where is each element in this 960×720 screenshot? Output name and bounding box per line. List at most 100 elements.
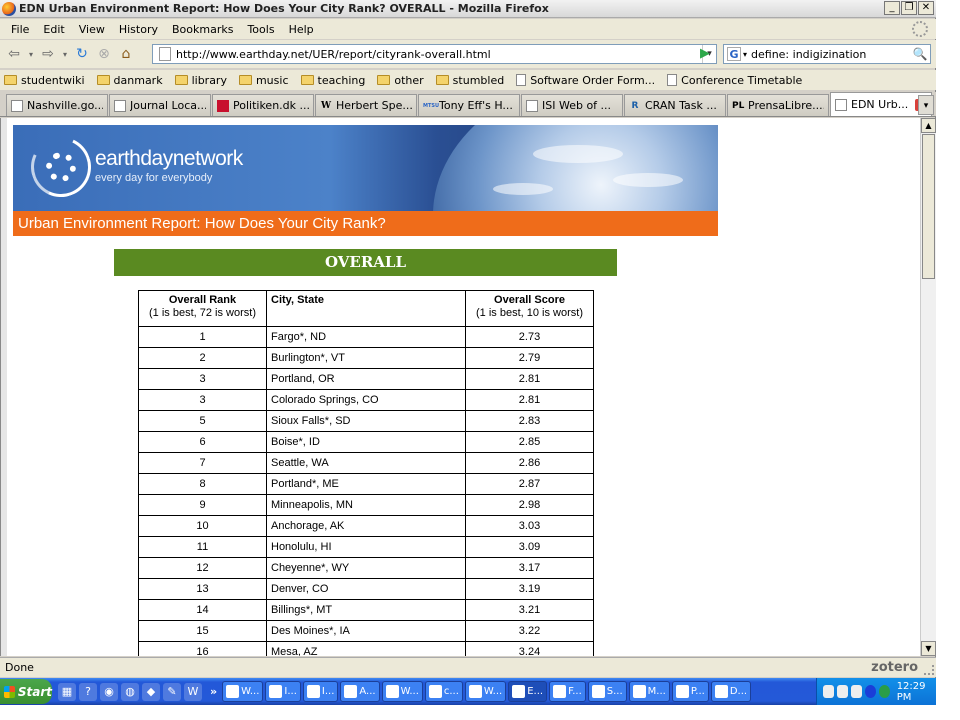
forward-dropdown-icon[interactable]: ▾ bbox=[60, 44, 70, 64]
minimize-icon[interactable]: _ bbox=[884, 1, 900, 15]
menu-view[interactable]: View bbox=[72, 23, 112, 36]
ranking-table: Overall Rank (1 is best, 72 is worst) Cit… bbox=[138, 290, 594, 656]
quicklaunch-more-icon[interactable]: » bbox=[210, 685, 217, 698]
app-icon[interactable]: ◆ bbox=[142, 682, 160, 701]
vertical-scrollbar[interactable]: ▲ ▼ bbox=[920, 118, 936, 656]
taskbar-button-label: E... bbox=[527, 686, 544, 697]
tab-active[interactable]: EDN Urb...✕ bbox=[830, 92, 932, 116]
clock: 12:29 PM bbox=[896, 680, 926, 703]
table-row: 3 Colorado Springs, CO 2.81 bbox=[138, 389, 594, 411]
close-icon[interactable]: ✕ bbox=[918, 1, 934, 15]
taskbar-button[interactable]: P... bbox=[671, 681, 709, 702]
bookmark-page[interactable]: Software Order Form... bbox=[516, 74, 655, 87]
start-button[interactable]: Start bbox=[0, 679, 52, 704]
bookmark-folder[interactable]: library bbox=[174, 74, 227, 87]
menu-help[interactable]: Help bbox=[282, 23, 321, 36]
scroll-down-icon[interactable]: ▼ bbox=[921, 641, 936, 656]
tray-icon[interactable] bbox=[878, 685, 890, 698]
zotero-button[interactable]: zotero bbox=[871, 660, 918, 675]
bookmark-page[interactable]: Conference Timetable bbox=[667, 74, 802, 87]
tab[interactable]: MTSU Tony Eff's H... bbox=[418, 94, 520, 116]
go-icon[interactable]: ▶ bbox=[697, 46, 713, 62]
search-input[interactable]: define: indigizination bbox=[751, 48, 910, 61]
stop-icon[interactable]: ⊗ bbox=[94, 44, 114, 64]
throbber-icon bbox=[912, 21, 928, 37]
tray-icon[interactable] bbox=[850, 685, 862, 698]
tab-list-icon[interactable]: ▾ bbox=[918, 95, 934, 115]
restore-icon[interactable]: ❐ bbox=[901, 1, 917, 15]
taskbar-button[interactable]: W... bbox=[381, 681, 423, 702]
score-cell: 2.87 bbox=[465, 473, 594, 495]
menu-edit[interactable]: Edit bbox=[36, 23, 71, 36]
taskbar-button-label: W... bbox=[400, 686, 419, 697]
bookmark-folder[interactable]: studentwiki bbox=[4, 74, 85, 87]
bookmark-label: stumbled bbox=[452, 73, 505, 87]
globe-icon[interactable]: ◍ bbox=[121, 682, 139, 701]
taskbar-button[interactable]: W... bbox=[464, 681, 507, 702]
tab[interactable]: Nashville.go... bbox=[6, 94, 108, 116]
menu-bookmarks[interactable]: Bookmarks bbox=[165, 23, 240, 36]
city-cell: Sioux Falls*, SD bbox=[266, 410, 466, 432]
search-icon[interactable]: 🔍 bbox=[910, 47, 930, 61]
folder-icon bbox=[174, 75, 188, 85]
taskbar-button[interactable]: A... bbox=[340, 681, 380, 702]
bookmark-folder[interactable]: stumbled bbox=[435, 73, 505, 87]
scroll-up-icon[interactable]: ▲ bbox=[921, 118, 936, 133]
app-icon[interactable]: ✎ bbox=[163, 682, 181, 701]
back-dropdown-icon[interactable]: ▾ bbox=[26, 44, 36, 64]
taskbar-button[interactable]: I... bbox=[302, 681, 339, 702]
word-icon[interactable]: W bbox=[184, 682, 202, 701]
resize-grip-icon[interactable] bbox=[924, 665, 934, 675]
table-header-row: Overall Rank (1 is best, 72 is worst) Cit… bbox=[138, 290, 594, 327]
taskbar-button[interactable]: c... bbox=[424, 681, 463, 702]
firefox-icon[interactable]: ◉ bbox=[100, 682, 118, 701]
url-bar[interactable]: http://www.earthday.net/UER/report/cityr… bbox=[152, 44, 717, 64]
app-icon bbox=[344, 685, 358, 698]
home-icon[interactable]: ⌂ bbox=[116, 44, 136, 64]
back-icon[interactable]: ⇦ bbox=[4, 44, 24, 64]
bookmark-folder[interactable]: music bbox=[238, 74, 289, 87]
scrollbar-thumb[interactable] bbox=[922, 134, 935, 279]
tab[interactable]: PL PrensaLibre.... bbox=[727, 94, 829, 116]
taskbar-button[interactable]: S... bbox=[587, 681, 627, 702]
search-box[interactable]: G ▾ define: indigizination 🔍 bbox=[723, 44, 931, 64]
header-title: City, State bbox=[271, 294, 324, 306]
reload-icon[interactable]: ↻ bbox=[72, 44, 92, 64]
network-icon[interactable] bbox=[823, 685, 834, 698]
bookmark-folder[interactable]: danmark bbox=[96, 74, 163, 87]
taskbar-button[interactable]: E... bbox=[508, 681, 548, 702]
sidebar-splitter[interactable] bbox=[1, 118, 7, 656]
city-cell: Billings*, MT bbox=[266, 599, 466, 621]
rank-cell: 15 bbox=[138, 620, 267, 642]
tray-icon[interactable] bbox=[836, 685, 848, 698]
header-subtitle: (1 is best, 72 is worst) bbox=[149, 307, 256, 319]
menu-history[interactable]: History bbox=[112, 23, 165, 36]
taskbar-button[interactable]: W... bbox=[222, 681, 264, 702]
bookmark-folder[interactable]: other bbox=[377, 74, 424, 87]
menu-tools[interactable]: Tools bbox=[240, 23, 281, 36]
tray-icon[interactable] bbox=[864, 685, 876, 698]
taskbar-button[interactable]: M... bbox=[628, 681, 670, 702]
tab[interactable]: W Herbert Spe... bbox=[315, 94, 417, 116]
taskbar-button[interactable]: F... bbox=[549, 681, 586, 702]
tab[interactable]: Politiken.dk ... bbox=[212, 94, 314, 116]
taskbar-button[interactable]: D... bbox=[710, 681, 752, 702]
desktop-icon[interactable]: ▦ bbox=[58, 682, 76, 701]
url-text[interactable]: http://www.earthday.net/UER/report/cityr… bbox=[176, 48, 702, 61]
google-icon[interactable]: G bbox=[727, 47, 741, 61]
tab[interactable]: Journal Loca... bbox=[109, 94, 211, 116]
search-engine-dropdown-icon[interactable]: ▾ bbox=[743, 50, 747, 59]
bookmark-folder[interactable]: teaching bbox=[300, 74, 365, 87]
header-city: City, State bbox=[266, 290, 466, 327]
forward-icon[interactable]: ⇨ bbox=[38, 44, 58, 64]
taskbar-button[interactable]: I... bbox=[265, 681, 301, 702]
help-icon[interactable]: ? bbox=[79, 682, 97, 701]
table-row: 7 Seattle, WA 2.86 bbox=[138, 452, 594, 474]
score-cell: 2.81 bbox=[465, 389, 594, 411]
tab[interactable]: ISI Web of ... bbox=[521, 94, 623, 116]
city-cell: Colorado Springs, CO bbox=[266, 389, 466, 411]
header-title: Overall Rank bbox=[168, 294, 237, 306]
tab[interactable]: R CRAN Task ... bbox=[624, 94, 726, 116]
menu-file[interactable]: File bbox=[4, 23, 36, 36]
table-row: 12 Cheyenne*, WY 3.17 bbox=[138, 557, 594, 579]
